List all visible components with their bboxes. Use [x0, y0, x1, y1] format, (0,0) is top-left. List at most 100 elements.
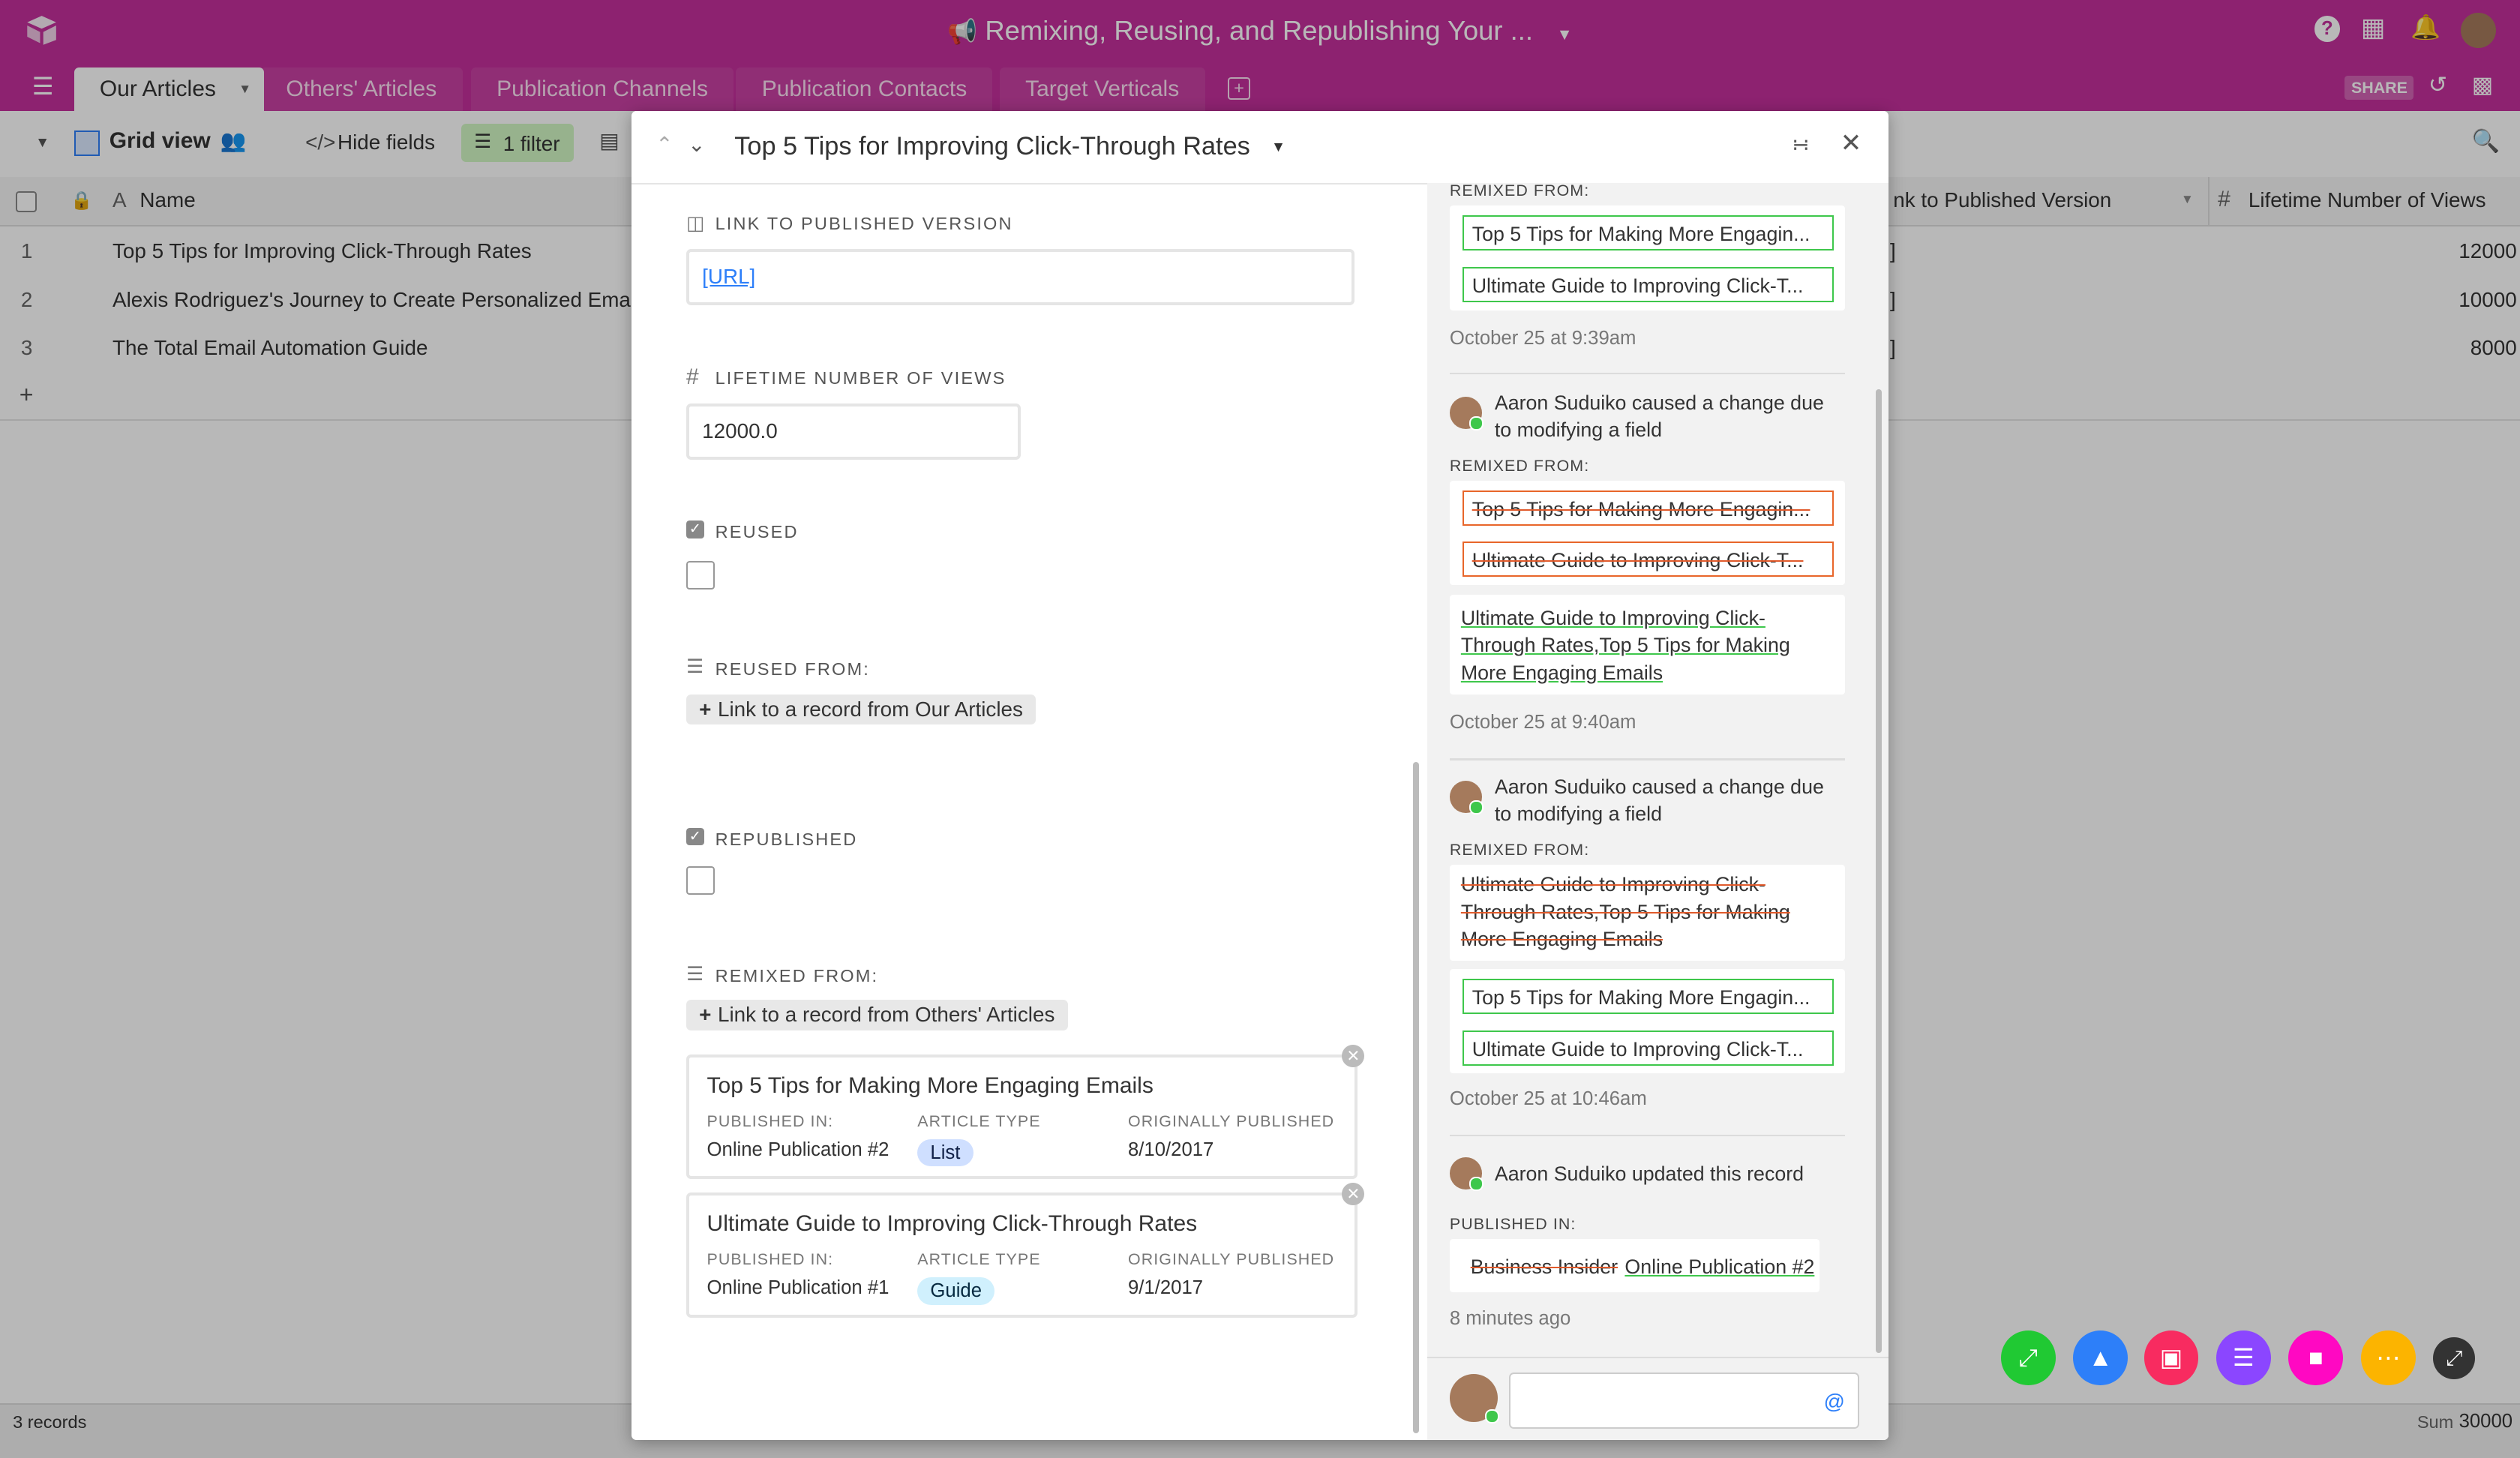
activity-scrollbar[interactable]	[1875, 388, 1882, 1354]
activity-feed: REMIXED FROM: Top 5 Tips for Making More…	[1426, 182, 1888, 1440]
change-field-label: REMIXED FROM:	[1449, 840, 1590, 859]
link-field-label: LINK TO PUBLISHED VERSION	[715, 213, 1013, 233]
views-value: 12000.0	[702, 418, 778, 442]
activity-divider	[1449, 373, 1845, 375]
activity-timestamp: October 25 at 9:39am	[1449, 328, 1636, 350]
change-field-label: REMIXED FROM:	[1449, 182, 1590, 200]
collapse-icon[interactable]: ⤢	[2433, 1336, 2475, 1379]
published-in-value: Online Publication #2	[706, 1138, 890, 1160]
added-value: Top 5 Tips for Making More Engagin...	[1462, 215, 1834, 251]
change-box: Business Insider Online Publication #2	[1449, 1239, 1820, 1292]
originally-published-value: 9/1/2017	[1127, 1277, 1204, 1299]
expand-app-icon[interactable]: ⤢	[2000, 1330, 2056, 1386]
removed-value: Top 5 Tips for Making More Engagin...	[1462, 490, 1834, 526]
added-value: Ultimate Guide to Improving Click-T...	[1462, 1030, 1834, 1066]
article-type-pill: List	[917, 1138, 974, 1167]
app-root: 📢 Remixing, Reusing, and Republishing Yo…	[0, 0, 2520, 1458]
rss-icon[interactable]: ∺	[1792, 132, 1809, 157]
added-value: Ultimate Guide to Improving Click-T...	[1462, 266, 1834, 302]
list-app-icon[interactable]: ☰	[2216, 1330, 2271, 1386]
change-box: Ultimate Guide to Improving Click-Throug…	[1449, 594, 1845, 694]
linked-record-card[interactable]: Top 5 Tips for Making More Engaging Emai…	[686, 1054, 1358, 1180]
reused-from-label: REUSED FROM:	[715, 658, 870, 679]
activity-timestamp: October 25 at 9:40am	[1449, 712, 1636, 734]
linked-record-icon: ☰	[686, 963, 704, 985]
views-field-label: LIFETIME NUMBER OF VIEWS	[715, 368, 1006, 388]
reused-field-label: REUSED	[715, 522, 799, 542]
activity-timestamp: October 25 at 10:46am	[1449, 1088, 1647, 1109]
added-value: Online Publication #2	[1624, 1255, 1815, 1278]
article-type-pill: Guide	[917, 1277, 995, 1305]
number-field-icon: #	[686, 364, 699, 390]
change-box: Ultimate Guide to Improving Click-Throug…	[1449, 864, 1845, 962]
activity-actor: Aaron Suduiko caused a change due to mod…	[1494, 775, 1824, 826]
online-indicator	[1468, 800, 1484, 815]
gallery-app-icon[interactable]: ▣	[2144, 1330, 2199, 1386]
activity-actor: Aaron Suduiko caused a change due to mod…	[1494, 391, 1824, 441]
republished-checkbox[interactable]	[686, 866, 716, 896]
fields-scrollbar[interactable]	[1412, 761, 1420, 1434]
linked-record-icon: ☰	[686, 656, 704, 678]
removed-value: Ultimate Guide to Improving Click-Throug…	[1460, 873, 1790, 951]
activity-divider	[1449, 758, 1845, 760]
link-field-icon: ◫	[686, 212, 705, 234]
remove-link-icon[interactable]: ✕	[1342, 1044, 1365, 1067]
republished-field-label: REPUBLISHED	[715, 829, 858, 849]
activity-divider	[1449, 1134, 1845, 1136]
avatar	[1449, 781, 1484, 815]
avatar	[1449, 1373, 1500, 1424]
added-value: Top 5 Tips for Making More Engagin...	[1462, 978, 1834, 1015]
mention-icon[interactable]: @	[1824, 1390, 1845, 1414]
remove-link-icon[interactable]: ✕	[1342, 1183, 1365, 1206]
change-box: Top 5 Tips for Making More Engagin... Ul…	[1449, 480, 1845, 585]
link-url[interactable]: [URL]	[702, 265, 755, 288]
article-type-label: ARTICLE TYPE	[917, 1250, 1041, 1268]
avatar	[1449, 397, 1484, 431]
checkbox-field-icon: ✓	[686, 520, 704, 538]
change-box: Top 5 Tips for Making More Engagin... Ul…	[1449, 206, 1845, 310]
chat-app-icon[interactable]: ■	[2288, 1330, 2344, 1386]
originally-published-label: ORIGINALLY PUBLISHED	[1127, 1112, 1335, 1130]
button-label: Link to a record from Others' Articles	[717, 1002, 1055, 1026]
record-header: ⌃ ⌄ Top 5 Tips for Improving Click-Throu…	[632, 111, 1888, 185]
add-reused-link-button[interactable]: + Link to a record from Our Articles	[686, 694, 1036, 725]
record-title[interactable]: Top 5 Tips for Improving Click-Through R…	[734, 132, 1250, 161]
views-field-input[interactable]: 12000.0	[686, 403, 1021, 460]
originally-published-label: ORIGINALLY PUBLISHED	[1127, 1250, 1335, 1268]
activity-actor: Aaron Suduiko updated this record	[1494, 1162, 1804, 1186]
reused-checkbox[interactable]	[686, 560, 716, 590]
checkbox-field-icon: ✓	[686, 827, 704, 846]
chevron-down-icon[interactable]: ▼	[1271, 140, 1286, 156]
comment-input[interactable]: @	[1509, 1372, 1859, 1429]
article-type-label: ARTICLE TYPE	[917, 1112, 1041, 1130]
change-box: Top 5 Tips for Making More Engagin... Ul…	[1449, 969, 1845, 1074]
close-icon[interactable]: ✕	[1840, 128, 1862, 158]
next-record-icon[interactable]: ⌄	[688, 132, 705, 157]
add-remixed-link-button[interactable]: + Link to a record from Others' Articles	[686, 999, 1068, 1030]
change-field-label: REMIXED FROM:	[1449, 456, 1590, 475]
more-app-icon[interactable]: ⋯	[2360, 1330, 2416, 1386]
expanded-record-modal: ⌃ ⌄ Top 5 Tips for Improving Click-Throu…	[632, 110, 1888, 1440]
added-value: Ultimate Guide to Improving Click-Throug…	[1460, 606, 1790, 684]
published-in-value: Online Publication #1	[706, 1277, 890, 1299]
blocks-app-icon[interactable]: ▲	[2073, 1330, 2128, 1386]
linked-record-title: Ultimate Guide to Improving Click-Throug…	[706, 1211, 1198, 1237]
avatar	[1449, 1156, 1484, 1191]
originally-published-value: 8/10/2017	[1127, 1138, 1214, 1160]
linked-record-card[interactable]: Ultimate Guide to Improving Click-Throug…	[686, 1192, 1358, 1318]
linked-record-title: Top 5 Tips for Making More Engaging Emai…	[706, 1073, 1154, 1099]
online-indicator	[1468, 416, 1484, 431]
change-field-label: PUBLISHED IN:	[1449, 1214, 1576, 1233]
previous-record-icon[interactable]: ⌃	[656, 132, 673, 157]
removed-value: Ultimate Guide to Improving Click-T...	[1462, 542, 1834, 578]
online-indicator	[1485, 1409, 1500, 1424]
published-in-label: PUBLISHED IN:	[706, 1250, 834, 1268]
link-field-input[interactable]: [URL]	[686, 249, 1355, 306]
comment-area: @	[1426, 1356, 1888, 1440]
button-label: Link to a record from Our Articles	[717, 697, 1023, 721]
online-indicator	[1468, 1176, 1484, 1191]
activity-timestamp: 8 minutes ago	[1449, 1308, 1571, 1330]
removed-value: Business Insider	[1470, 1255, 1618, 1278]
published-in-label: PUBLISHED IN:	[706, 1112, 834, 1130]
remixed-from-label: REMIXED FROM:	[715, 965, 879, 986]
